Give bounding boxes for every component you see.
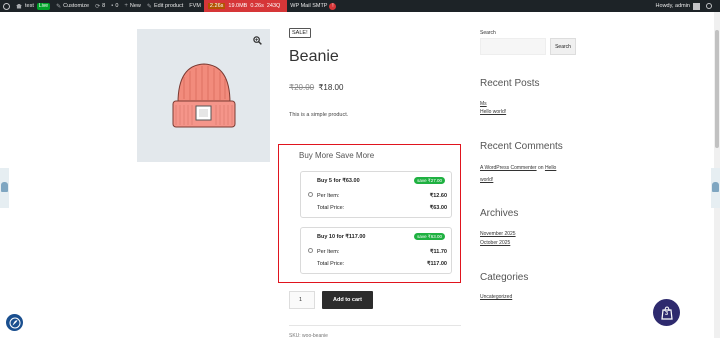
recent-post-link[interactable]: Ms [480, 101, 487, 107]
tier-heading: Buy 10 for ₹117.00 [317, 234, 366, 240]
product-sku: SKU: woo-beanie [289, 333, 328, 339]
next-product-link[interactable] [711, 168, 720, 208]
search-label: Search [480, 30, 496, 36]
live-badge: Live [36, 2, 51, 10]
save-badge: save ₹27.00 [414, 177, 445, 184]
tier-heading: Buy 5 for ₹63.00 [317, 178, 360, 184]
product-gallery[interactable] [137, 29, 270, 162]
bundle-tier-option[interactable]: Buy 10 for ₹117.00 save ₹63.00 Per Item:… [300, 227, 452, 274]
smtp-notification-badge: ! [329, 2, 337, 10]
buy-more-save-more-box: Buy More Save More Buy 5 for ₹63.00 save… [278, 144, 461, 283]
comment-author-link[interactable]: A WordPress Commenter [480, 165, 537, 171]
archive-link[interactable]: November 2025 [480, 231, 516, 237]
total-price-row: Total Price: ₹117.00 [317, 261, 447, 267]
fvm-menu[interactable]: FVM [186, 0, 204, 12]
brush-icon: ✎ [56, 3, 62, 10]
pencil-icon: ✎ [146, 3, 152, 10]
previous-product-thumbnail [1, 182, 8, 192]
bundle-tier-option[interactable]: Buy 5 for ₹63.00 save ₹27.00 Per Item: ₹… [300, 171, 452, 218]
updates-link[interactable]: ⟳ 8 [92, 0, 108, 12]
total-price-label: Total Price: [317, 205, 345, 211]
comment-post-link[interactable]: Hello [545, 165, 556, 171]
comment-icon: ▪ [111, 3, 114, 9]
archive-link[interactable]: October 2025 [480, 240, 510, 246]
cart-count: 3 [665, 311, 669, 317]
product-title: Beanie [289, 48, 339, 65]
search-input[interactable] [480, 38, 546, 55]
bundle-title: Buy More Save More [299, 151, 375, 160]
search-button[interactable]: Search [550, 38, 576, 55]
updates-count: 8 [102, 3, 106, 9]
recent-post-link[interactable]: Hello world! [480, 109, 506, 115]
edit-product-label: Edit product [153, 3, 184, 9]
categories-heading: Categories [480, 272, 529, 283]
accessibility-button[interactable] [6, 314, 23, 331]
scrollbar-thumb[interactable] [715, 30, 719, 148]
total-price-value: ₹117.00 [426, 261, 447, 267]
comment-post-link-continued[interactable]: world! [480, 177, 493, 183]
sale-price: ₹18.00 [318, 83, 344, 92]
edit-product-link[interactable]: ✎ Edit product [144, 0, 186, 12]
tier-radio[interactable] [308, 248, 313, 253]
divider [289, 325, 461, 326]
category-link[interactable]: Uncategorized [480, 294, 512, 300]
tier-radio[interactable] [308, 192, 313, 197]
zoom-icon[interactable] [253, 36, 262, 45]
plus-icon: + [124, 3, 128, 9]
wordpress-icon [3, 2, 10, 10]
per-item-value: ₹12.60 [429, 193, 447, 199]
perf-time: 2.26s [207, 3, 226, 9]
fvm-label: FVM [189, 3, 201, 9]
total-price-value: ₹63.00 [429, 205, 447, 211]
save-badge: save ₹63.00 [414, 233, 445, 240]
comments-link[interactable]: ▪ 0 [108, 0, 121, 12]
recent-comments-heading: Recent Comments [480, 141, 563, 152]
howdy-user-menu[interactable]: Howdy, admin [656, 3, 690, 9]
short-description: This is a simple product. [289, 112, 349, 118]
query-monitor-menu[interactable]: 2.26s 19.0MB 0.26s 243Q [203, 0, 288, 12]
per-item-row: Per Item: ₹12.60 [317, 193, 447, 199]
home-icon [16, 3, 22, 9]
site-name-menu[interactable]: test Live [13, 0, 53, 12]
per-item-row: Per Item: ₹11.70 [317, 249, 447, 255]
comment-on-text: on [537, 165, 544, 171]
perf-query-time: 0.26s [250, 3, 264, 9]
recent-posts-heading: Recent Posts [480, 78, 540, 89]
updates-icon: ⟳ [95, 3, 101, 10]
quantity-input[interactable]: 1 [289, 291, 315, 309]
next-product-thumbnail [712, 182, 719, 192]
comments-count: 0 [115, 3, 119, 9]
per-item-value: ₹11.70 [430, 249, 447, 255]
previous-product-link[interactable] [0, 168, 9, 208]
search-icon[interactable] [706, 3, 712, 9]
site-name: test [25, 3, 34, 9]
perf-query-count: 243Q [266, 3, 281, 9]
product-price: ₹20.00 ₹18.00 [289, 83, 343, 92]
total-price-label: Total Price: [317, 261, 345, 267]
new-content-menu[interactable]: + New [121, 0, 144, 12]
perf-memory: 19.0MB [228, 3, 248, 9]
smtp-menu[interactable]: WP Mail SMTP! [287, 0, 339, 12]
admin-bar: test Live ✎ Customize ⟳ 8 ▪ 0 + New ✎ Edit pro… [0, 0, 720, 12]
sale-badge: SALE! [289, 28, 311, 38]
floating-cart-button[interactable]: 3 [653, 299, 680, 326]
new-label: New [129, 3, 141, 9]
customize-link[interactable]: ✎ Customize [53, 0, 92, 12]
archives-heading: Archives [480, 208, 519, 219]
wp-logo-menu[interactable] [0, 0, 13, 12]
accessibility-icon [9, 317, 20, 328]
customize-label: Customize [63, 3, 90, 9]
smtp-label: WP Mail SMTP [290, 3, 328, 9]
add-to-cart-button[interactable]: Add to cart [322, 291, 373, 309]
per-item-label: Per Item: [317, 193, 340, 199]
per-item-label: Per Item: [317, 249, 340, 255]
recent-comment-item: A WordPress Commenter on Hello [480, 165, 556, 171]
total-price-row: Total Price: ₹63.00 [317, 205, 447, 211]
regular-price: ₹20.00 [289, 83, 315, 92]
avatar[interactable] [693, 2, 700, 10]
beanie-product-image [172, 63, 236, 128]
